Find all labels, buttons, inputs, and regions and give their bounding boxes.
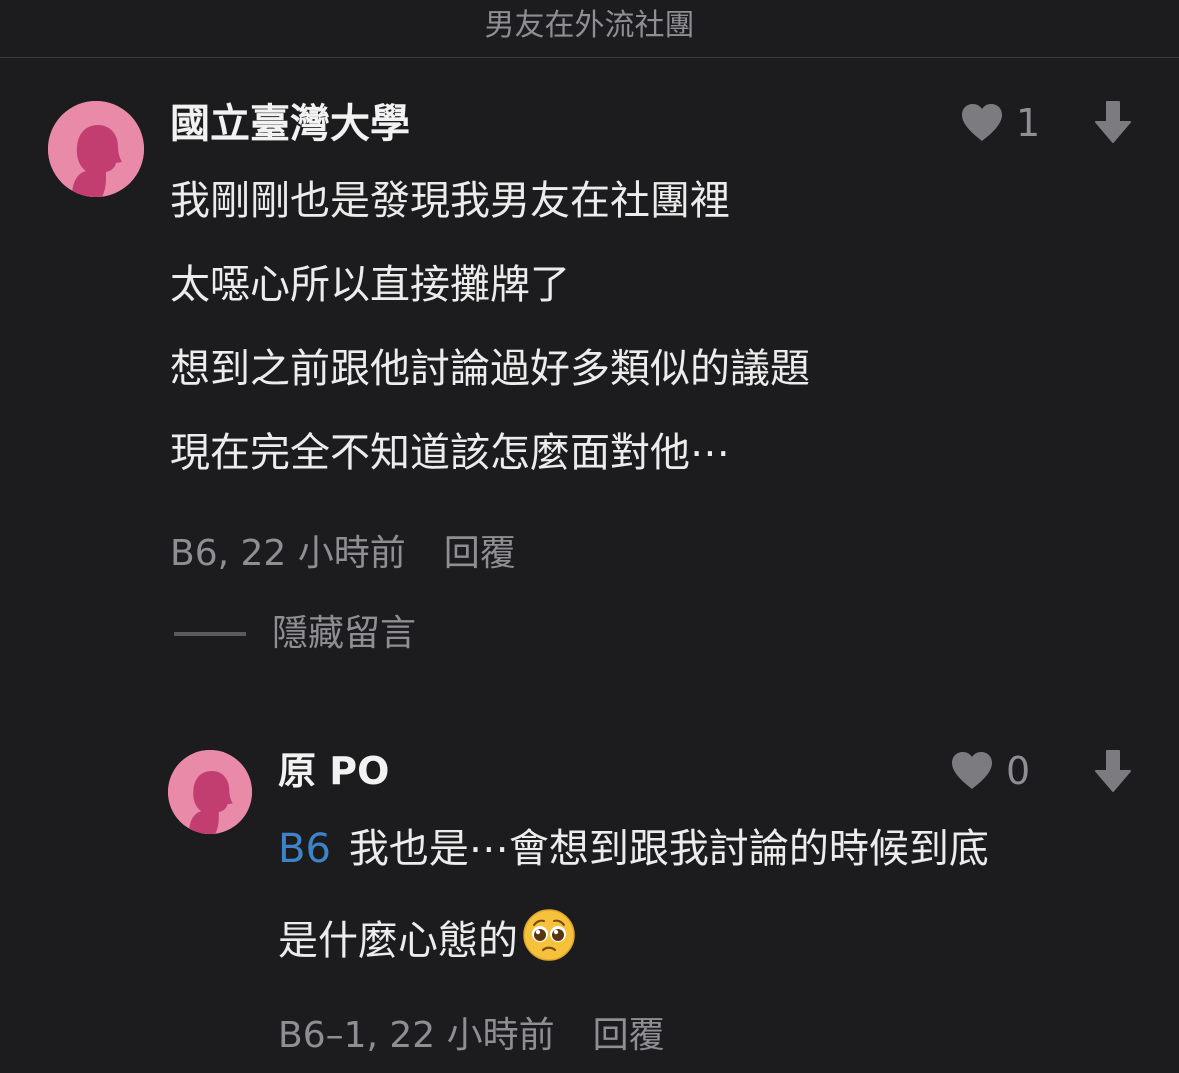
floor-timestamp: B6–1, 22 小時前 bbox=[278, 1015, 555, 1056]
comment-meta: B6, 22 小時前 回覆 bbox=[170, 532, 516, 576]
page-title: 男友在外流社團 bbox=[484, 8, 695, 43]
heart-icon bbox=[950, 751, 994, 791]
down-arrow-icon[interactable] bbox=[1094, 100, 1132, 144]
like-count: 1 bbox=[1016, 101, 1041, 145]
avatar-silhouette-icon bbox=[48, 101, 144, 197]
like-button[interactable]: 0 bbox=[950, 748, 1030, 794]
reply-text-line: B6 我也是⋯會想到跟我討論的時候到底 bbox=[278, 824, 989, 874]
avatar[interactable] bbox=[48, 101, 144, 197]
heart-icon bbox=[960, 103, 1004, 143]
like-button[interactable]: 1 bbox=[960, 100, 1040, 146]
pleading-face-emoji bbox=[522, 908, 576, 962]
top-bar: 男友在外流社團 bbox=[0, 0, 1179, 58]
reply-text: 是什麼心態的 bbox=[278, 918, 518, 964]
hide-comments-label: 隱藏留言 bbox=[272, 613, 417, 654]
avatar[interactable] bbox=[168, 750, 252, 834]
comment-text-line: 我剛剛也是發現我男友在社團裡 bbox=[170, 178, 730, 224]
down-arrow-icon[interactable] bbox=[1094, 749, 1132, 793]
comment-text-line: 想到之前跟他討論過好多類似的議題 bbox=[170, 346, 810, 392]
comment-text-line: 現在完全不知道該怎麼面對他⋯ bbox=[170, 430, 730, 476]
comment-author[interactable]: 國立臺灣大學 bbox=[170, 98, 410, 150]
divider bbox=[174, 632, 246, 636]
like-count: 0 bbox=[1006, 749, 1031, 793]
comment-text-line: 太噁心所以直接攤牌了 bbox=[170, 262, 570, 308]
reply-author[interactable]: 原 PO bbox=[278, 746, 389, 796]
reply-button[interactable]: 回覆 bbox=[444, 533, 516, 574]
reply-meta: B6–1, 22 小時前 回覆 bbox=[278, 1014, 665, 1058]
hide-comments-toggle[interactable]: 隱藏留言 bbox=[174, 612, 416, 656]
reply-text: 我也是⋯會想到跟我討論的時候到底 bbox=[348, 826, 989, 872]
floor-reference-link[interactable]: B6 bbox=[278, 826, 331, 872]
floor-timestamp: B6, 22 小時前 bbox=[170, 533, 406, 574]
reply-button[interactable]: 回覆 bbox=[593, 1015, 665, 1056]
avatar-silhouette-icon bbox=[168, 750, 252, 834]
reply-text-line: 是什麼心態的 bbox=[278, 908, 576, 966]
